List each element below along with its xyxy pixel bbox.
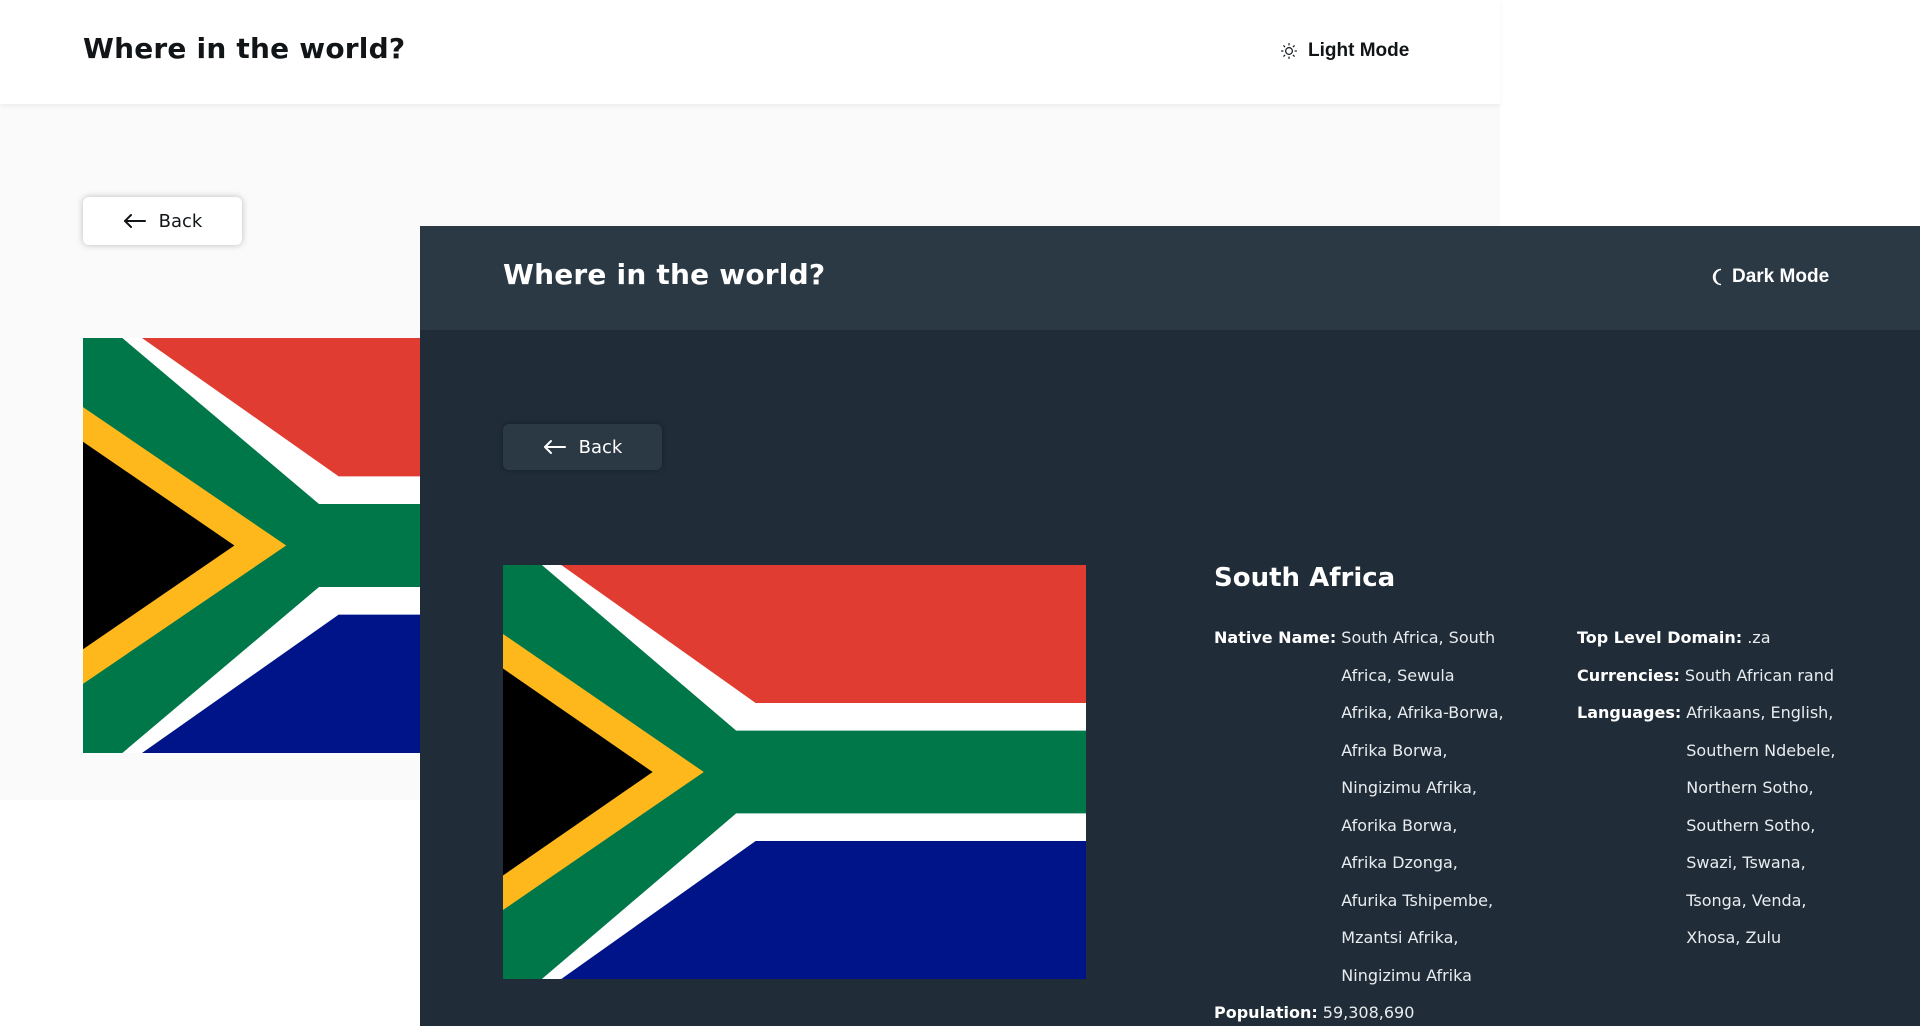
sun-icon xyxy=(1280,42,1298,60)
theme-toggle-button[interactable]: Light Mode xyxy=(1280,40,1409,62)
population-label: Population: xyxy=(1214,1003,1318,1022)
currencies-value: South African rand xyxy=(1684,665,1835,685)
country-details: South Africa Native Name: South Africa, … xyxy=(1214,563,1847,1026)
dark-mode-screen: Where in the world? Dark Mode Back South… xyxy=(420,226,1920,1026)
theme-toggle-label: Light Mode xyxy=(1308,40,1410,61)
app-title: Where in the world? xyxy=(83,32,406,65)
native-name-row: Native Name: South Africa, South Africa,… xyxy=(1214,619,1577,994)
arrow-left-icon xyxy=(543,439,567,455)
theme-toggle-label: Dark Mode xyxy=(1732,266,1830,287)
app-title: Where in the world? xyxy=(503,258,826,291)
details-column-secondary: Top Level Domain: .za Currencies: South … xyxy=(1577,619,1847,1026)
theme-toggle-button[interactable]: Dark Mode xyxy=(1710,266,1829,288)
dark-header: Where in the world? Dark Mode xyxy=(420,226,1920,330)
back-button[interactable]: Back xyxy=(83,197,242,245)
languages-label: Languages: xyxy=(1577,703,1682,722)
top-level-domain-value: .za xyxy=(1747,628,1771,647)
light-header: Where in the world? Light Mode xyxy=(0,0,1500,104)
top-level-domain-row: Top Level Domain: .za xyxy=(1577,619,1847,657)
languages-row: Languages: Afrikaans, English, Southern … xyxy=(1577,694,1847,957)
currencies-row: Currencies: South African rand xyxy=(1577,657,1847,695)
native-name-value: South Africa, South Africa, Sewula Afrik… xyxy=(1341,628,1504,985)
back-button-label: Back xyxy=(578,436,623,458)
currencies-label: Currencies: xyxy=(1577,665,1680,685)
top-level-domain-label: Top Level Domain: xyxy=(1577,628,1743,647)
back-button[interactable]: Back xyxy=(503,424,662,470)
native-name-label: Native Name: xyxy=(1214,628,1337,647)
moon-icon xyxy=(1710,268,1724,286)
details-column-primary: Native Name: South Africa, South Africa,… xyxy=(1214,619,1577,1026)
population-value: 59,308,690 xyxy=(1322,1003,1415,1022)
arrow-left-icon xyxy=(123,213,147,229)
country-name: South Africa xyxy=(1214,563,1396,593)
population-row: Population: 59,308,690 xyxy=(1214,994,1577,1026)
country-flag-image xyxy=(503,565,1086,979)
back-button-label: Back xyxy=(158,210,203,232)
languages-value: Afrikaans, English, Southern Ndebele, No… xyxy=(1686,703,1836,947)
